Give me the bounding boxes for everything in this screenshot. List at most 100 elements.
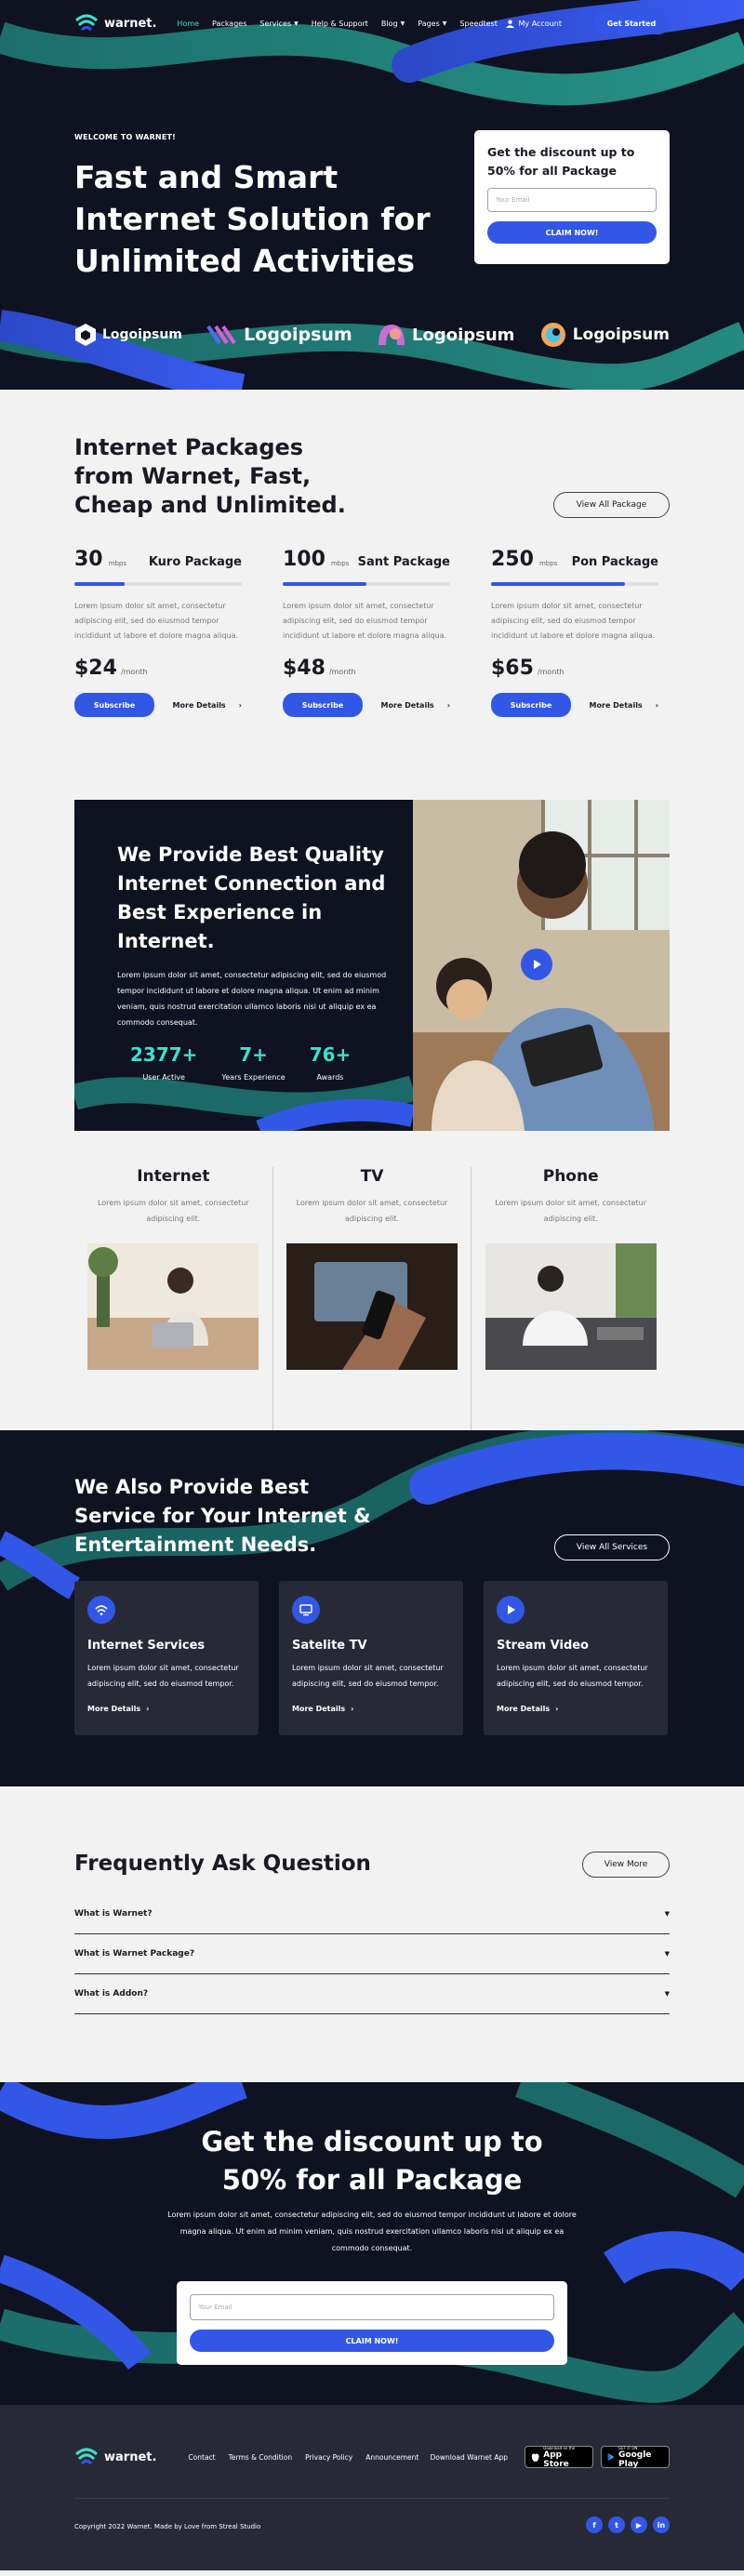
discount-cta-section: Get the discount up to 50% for all Packa… (0, 2082, 744, 2405)
apple-icon (531, 2453, 539, 2462)
also-provide-title: We Also Provide Best Service for Your In… (74, 1476, 371, 1556)
footer-link-contact[interactable]: Contact (188, 2453, 215, 2462)
more-details-link[interactable]: More Details › (590, 701, 658, 710)
linkedin-icon[interactable]: in (653, 2516, 670, 2533)
claim-now-button[interactable]: CLAIM NOW! (487, 221, 657, 244)
chevron-right-icon: › (146, 1705, 150, 1713)
service-cards: Internet Services Lorem ipsum dolor sit … (74, 1581, 668, 1735)
service-card-description: Lorem ipsum dolor sit amet, consectetur … (497, 1664, 648, 1688)
subscribe-button[interactable]: Subscribe (74, 693, 154, 717)
stats-row: 2377+ User Active 7+ Years Experience 76+ A… (130, 1043, 351, 1083)
facebook-icon[interactable]: f (586, 2516, 603, 2533)
stat-label: Awards (316, 1073, 344, 1082)
hero-eyebrow: WELCOME TO WARNET! (74, 133, 176, 141)
view-all-package-button[interactable]: View All Package (553, 492, 670, 518)
faq-question: What is Addon? (74, 1989, 149, 1998)
partner-logo-text: Logoipsum (244, 325, 352, 345)
chevron-right-icon: › (351, 1705, 354, 1713)
footer-link-terms[interactable]: Terms & Condition (229, 2453, 293, 2462)
service-card: Satelite TV Lorem ipsum dolor sit amet, … (279, 1581, 463, 1735)
footer-logo[interactable]: warnet. (74, 2447, 156, 2467)
package-card: 250 mbps Pon Package Lorem ipsum dolor s… (491, 548, 658, 717)
partner-logo-text: Logoipsum (102, 327, 182, 342)
service-column-description: Lorem ipsum dolor sit amet, consectetur … (495, 1199, 647, 1223)
view-all-services-button[interactable]: View All Services (554, 1534, 670, 1560)
nav-item-speedtest[interactable]: Speedtest (459, 20, 497, 28)
chevron-right-icon: › (555, 1705, 559, 1713)
app-store-button[interactable]: Download on the App Store (525, 2446, 593, 2469)
service-columns: Internet Lorem ipsum dolor sit amet, con… (0, 1167, 744, 1430)
chevron-right-icon: › (238, 700, 242, 710)
caret-down-icon: ▼ (664, 1950, 670, 1958)
packages-title: Internet Packages from Warnet, Fast, Che… (74, 434, 346, 518)
twitter-icon[interactable]: t (608, 2516, 625, 2533)
partner-logo: Logoipsum (206, 322, 352, 348)
more-details-link[interactable]: More Details › (173, 701, 242, 710)
provide-description: Lorem ipsum dolor sit amet, consectetur … (117, 971, 387, 1027)
stat-item: 76+ Awards (310, 1043, 352, 1083)
nav-item-help[interactable]: Help & Support (312, 20, 368, 28)
email-input[interactable]: Your Email (190, 2294, 554, 2320)
app-downloads: Download Warnet App Download on the App S… (431, 2446, 670, 2469)
service-card: Internet Services Lorem ipsum dolor sit … (74, 1581, 259, 1735)
chevron-right-icon: › (446, 700, 450, 710)
stat-value: 2377+ (130, 1043, 198, 1066)
stat-label: Years Experience (221, 1073, 286, 1082)
top-navigation: warnet. Home Packages Services ▼ Help & S… (74, 12, 670, 34)
chevron-down-icon: ▼ (442, 20, 447, 27)
google-play-button[interactable]: GET IT ON Google Play (601, 2446, 670, 2469)
faq-item[interactable]: What is Warnet? ▼ (74, 1894, 670, 1934)
phone-photo (485, 1243, 657, 1370)
hero-title: Fast and Smart Internet Solution for Unl… (74, 159, 431, 279)
caret-down-icon: ▼ (664, 1910, 670, 1918)
service-column-internet: Internet Lorem ipsum dolor sit amet, con… (74, 1167, 272, 1430)
wifi-logo-icon (74, 2448, 99, 2465)
nav-item-services[interactable]: Services ▼ (259, 20, 298, 28)
packages-section: Internet Packages from Warnet, Fast, Che… (0, 390, 744, 800)
more-details-link[interactable]: More Details › (497, 1705, 655, 1713)
service-column-title: Internet (137, 1167, 210, 1186)
brand-logo[interactable]: warnet. (74, 13, 156, 33)
package-name: Kuro Package (148, 555, 242, 569)
faq-title: Frequently Ask Question (74, 1852, 371, 1876)
nav-item-packages[interactable]: Packages (212, 20, 246, 28)
play-video-button[interactable] (521, 949, 552, 980)
footer: warnet. Contact Terms & Condition Privac… (0, 2405, 744, 2570)
service-column-phone: Phone Lorem ipsum dolor sit amet, consec… (472, 1167, 670, 1430)
faq-item[interactable]: What is Addon? ▼ (74, 1974, 670, 2014)
claim-now-button[interactable]: CLAIM NOW! (190, 2330, 554, 2352)
caret-down-icon: ▼ (664, 1990, 670, 1998)
nav-item-pages[interactable]: Pages ▼ (418, 20, 446, 28)
wifi-logo-icon (74, 14, 99, 32)
service-card-title: Satelite TV (292, 1639, 367, 1653)
more-details-link[interactable]: More Details › (292, 1705, 450, 1713)
faq-list: What is Warnet? ▼ What is Warnet Package?… (74, 1894, 670, 2014)
my-account-link[interactable]: My Account (505, 20, 562, 28)
package-period: /month (328, 668, 356, 676)
faq-item[interactable]: What is Warnet Package? ▼ (74, 1934, 670, 1974)
package-speed-bar (74, 582, 242, 586)
get-started-button[interactable]: Get Started (593, 12, 670, 34)
more-details-link[interactable]: More Details › (381, 701, 450, 710)
service-column-title: Phone (542, 1167, 599, 1186)
nav-item-blog[interactable]: Blog ▼ (381, 20, 405, 28)
youtube-icon[interactable]: ▶ (631, 2516, 647, 2533)
provide-section: We Provide Best Quality Internet Connect… (0, 800, 744, 1167)
footer-link-privacy[interactable]: Privacy Policy (305, 2453, 352, 2462)
more-details-link[interactable]: More Details › (87, 1705, 246, 1713)
email-input[interactable]: Your Email (487, 188, 657, 212)
package-card: 100 mbps Sant Package Lorem ipsum dolor … (283, 548, 450, 717)
package-unit: mbps (108, 560, 126, 567)
package-description: Lorem ipsum dolor sit amet, consectetur … (491, 602, 656, 640)
stripes-logo-icon (206, 325, 236, 345)
view-more-button[interactable]: View More (582, 1852, 670, 1878)
footer-link-announcement[interactable]: Announcement (365, 2453, 418, 2462)
subscribe-button[interactable]: Subscribe (283, 693, 363, 717)
nav-item-home[interactable]: Home (177, 20, 199, 28)
faq-section: Frequently Ask Question View More What i… (0, 1786, 744, 2082)
package-unit: mbps (330, 560, 350, 567)
tv-remote-image (286, 1243, 458, 1370)
partner-logo: Logoipsum (539, 322, 670, 348)
subscribe-button[interactable]: Subscribe (491, 693, 571, 717)
service-column-description: Lorem ipsum dolor sit amet, consectetur … (97, 1199, 249, 1223)
